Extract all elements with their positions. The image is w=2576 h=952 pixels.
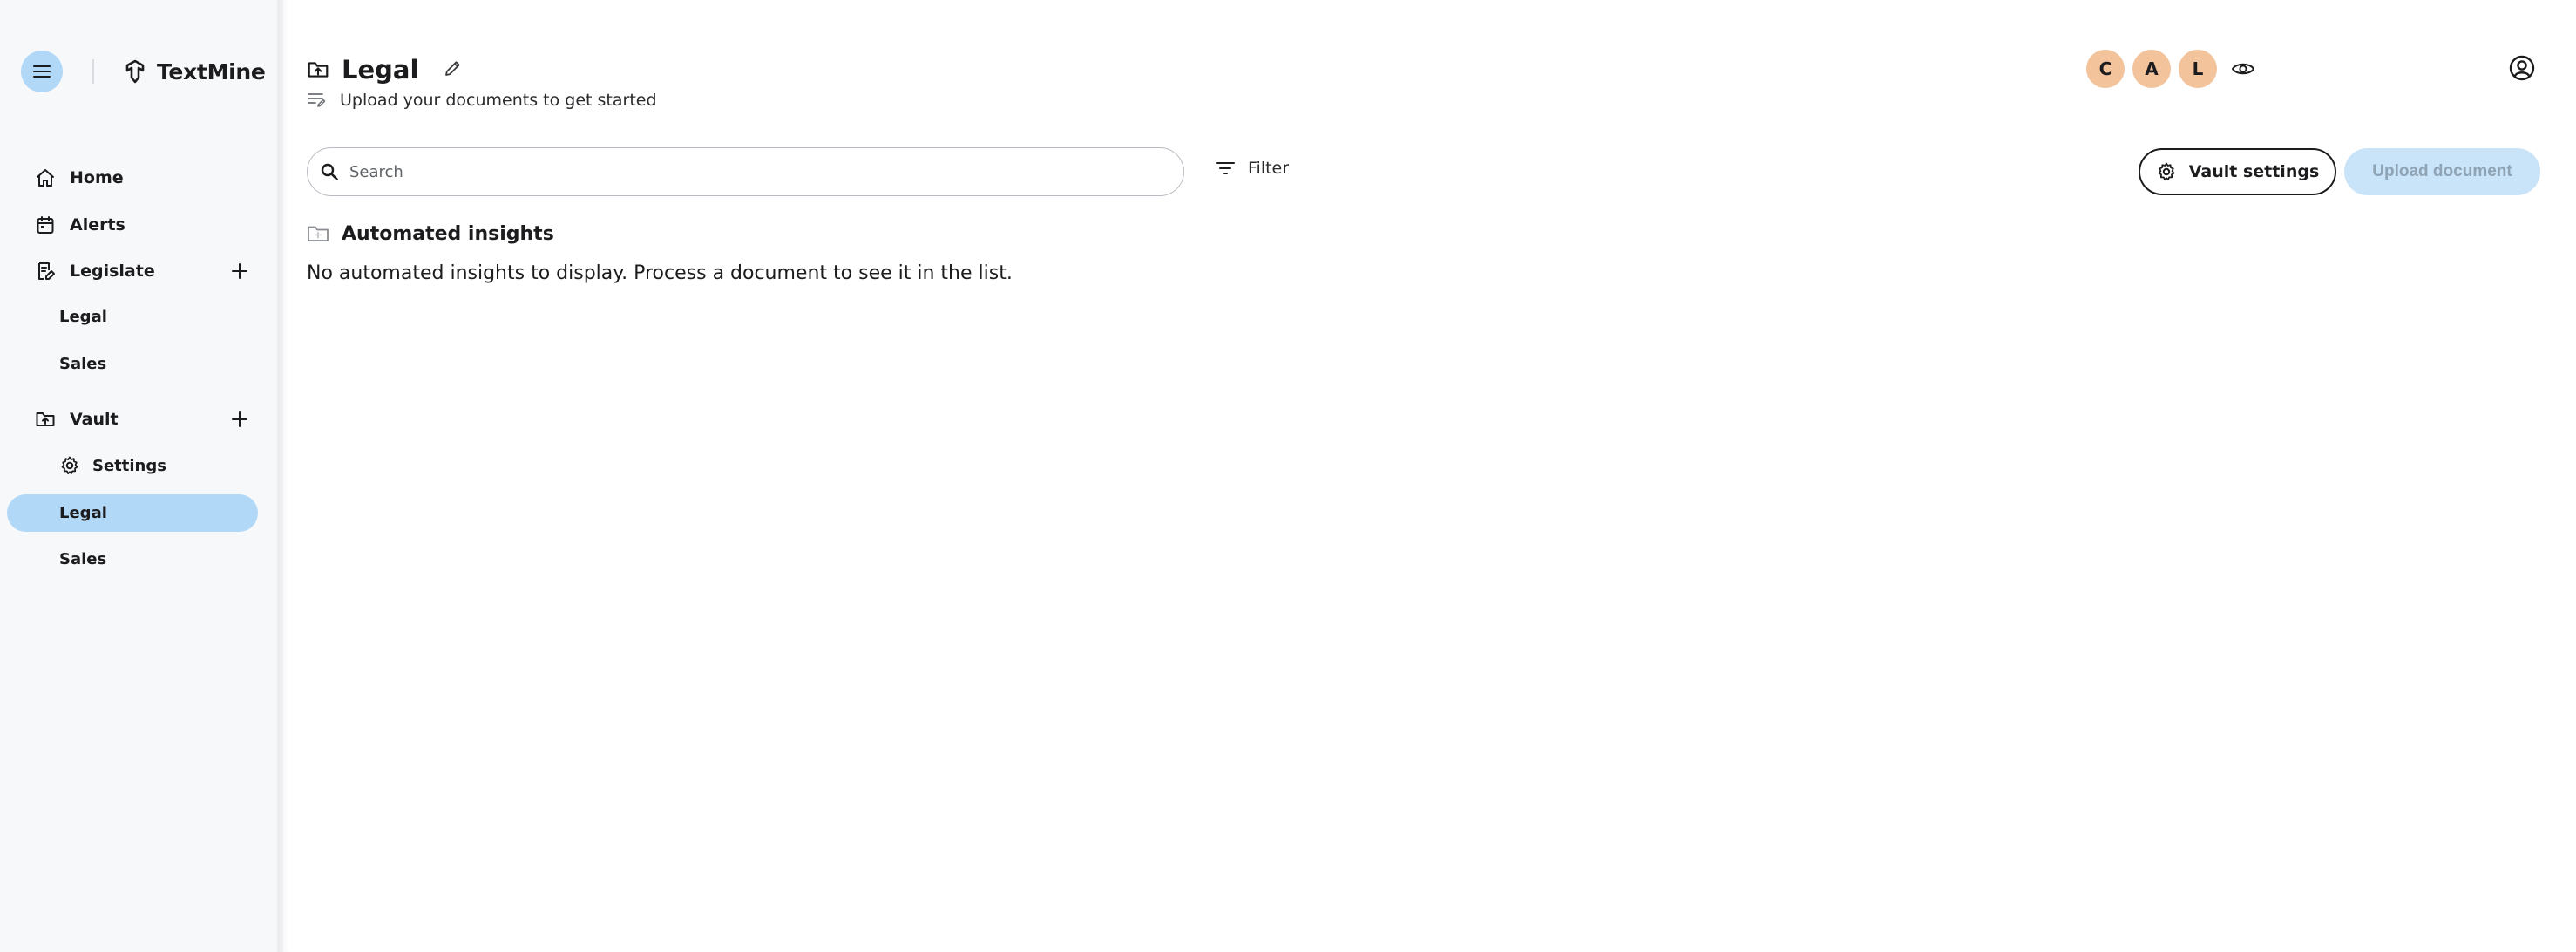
sidebar-item-vault-legal[interactable]: Legal [59, 495, 107, 530]
sidebar-shadow [277, 0, 289, 952]
folder-upload-icon [36, 412, 55, 426]
visibility-button[interactable] [2228, 54, 2258, 84]
plus-icon [232, 411, 247, 427]
document-edit-icon [38, 262, 55, 280]
brand-name: TextMine [157, 58, 266, 85]
avatar[interactable]: A [2132, 50, 2171, 88]
gear-icon [61, 456, 78, 475]
sidebar-item-label: Sales [59, 354, 107, 373]
pencil-icon [445, 61, 460, 76]
filter-icon [1216, 162, 1235, 174]
folder-upload-icon [308, 62, 329, 78]
search-box[interactable] [307, 147, 1184, 196]
page-subtitle: Upload your documents to get started [340, 91, 657, 110]
folder-icon [308, 226, 329, 241]
sidebar-item-label: Settings [92, 456, 166, 475]
sidebar-item-vault[interactable]: Vault [35, 402, 119, 437]
sidebar-item-label: Legislate [70, 262, 155, 281]
sidebar-item-label: Legal [59, 307, 107, 326]
sidebar-item-legislate-sales[interactable]: Sales [59, 346, 106, 381]
sidebar-item-legislate-legal[interactable]: Legal [59, 299, 107, 334]
sidebar-active-highlight [7, 494, 258, 532]
collaborator-avatars: C A L [2086, 49, 2258, 89]
add-legislate-button[interactable] [228, 260, 251, 282]
sidebar-item-label: Alerts [70, 215, 125, 235]
search-input[interactable] [349, 162, 1134, 181]
upload-document-label: Upload document [2372, 162, 2512, 180]
eye-icon [2232, 63, 2254, 75]
sidebar: TextMine Home Alerts Legislate Legal Sal… [0, 0, 283, 952]
account-button[interactable] [2506, 52, 2538, 84]
hamburger-icon [33, 65, 51, 78]
page-subtitle-row: Upload your documents to get started [307, 87, 657, 113]
upload-document-button[interactable]: Upload document [2344, 148, 2540, 195]
sidebar-item-vault-settings[interactable]: Settings [59, 448, 166, 483]
sidebar-item-home[interactable]: Home [35, 160, 124, 195]
avatar[interactable]: C [2086, 50, 2125, 88]
sidebar-item-label: Sales [59, 549, 107, 568]
sidebar-item-label: Legal [59, 503, 107, 522]
avatar[interactable]: L [2179, 50, 2217, 88]
add-vault-button[interactable] [228, 408, 251, 431]
edit-title-button[interactable] [441, 56, 465, 80]
page-header: Legal [307, 52, 418, 87]
automated-insights-header: Automated insights [307, 218, 554, 249]
gear-icon [2158, 162, 2175, 181]
sidebar-item-vault-sales[interactable]: Sales [59, 541, 106, 576]
app-window: TextMine Home Alerts Legislate Legal Sal… [0, 0, 2576, 952]
empty-state-message: No automated insights to display. Proces… [307, 262, 1013, 284]
filter-button[interactable]: Filter [1215, 153, 1289, 184]
vault-settings-label: Vault settings [2188, 162, 2320, 181]
vault-settings-button[interactable]: Vault settings [2139, 148, 2336, 195]
filter-label: Filter [1248, 159, 1290, 178]
text-lines-icon [308, 93, 326, 107]
sidebar-item-label: Home [70, 168, 124, 187]
sidebar-item-legislate[interactable]: Legislate [35, 254, 155, 289]
sidebar-item-alerts[interactable]: Alerts [35, 207, 125, 242]
brand[interactable]: TextMine [122, 56, 266, 87]
menu-toggle-button[interactable] [21, 51, 63, 92]
sidebar-item-label: Vault [70, 410, 119, 429]
page-title: Legal [342, 55, 419, 85]
account-circle-icon [2509, 55, 2535, 81]
search-icon [321, 163, 338, 180]
textmine-logo-icon [125, 59, 145, 84]
home-icon [37, 169, 54, 187]
brand-divider [92, 59, 94, 84]
calendar-icon [37, 216, 54, 234]
plus-icon [232, 263, 247, 279]
section-title: Automated insights [342, 222, 554, 245]
